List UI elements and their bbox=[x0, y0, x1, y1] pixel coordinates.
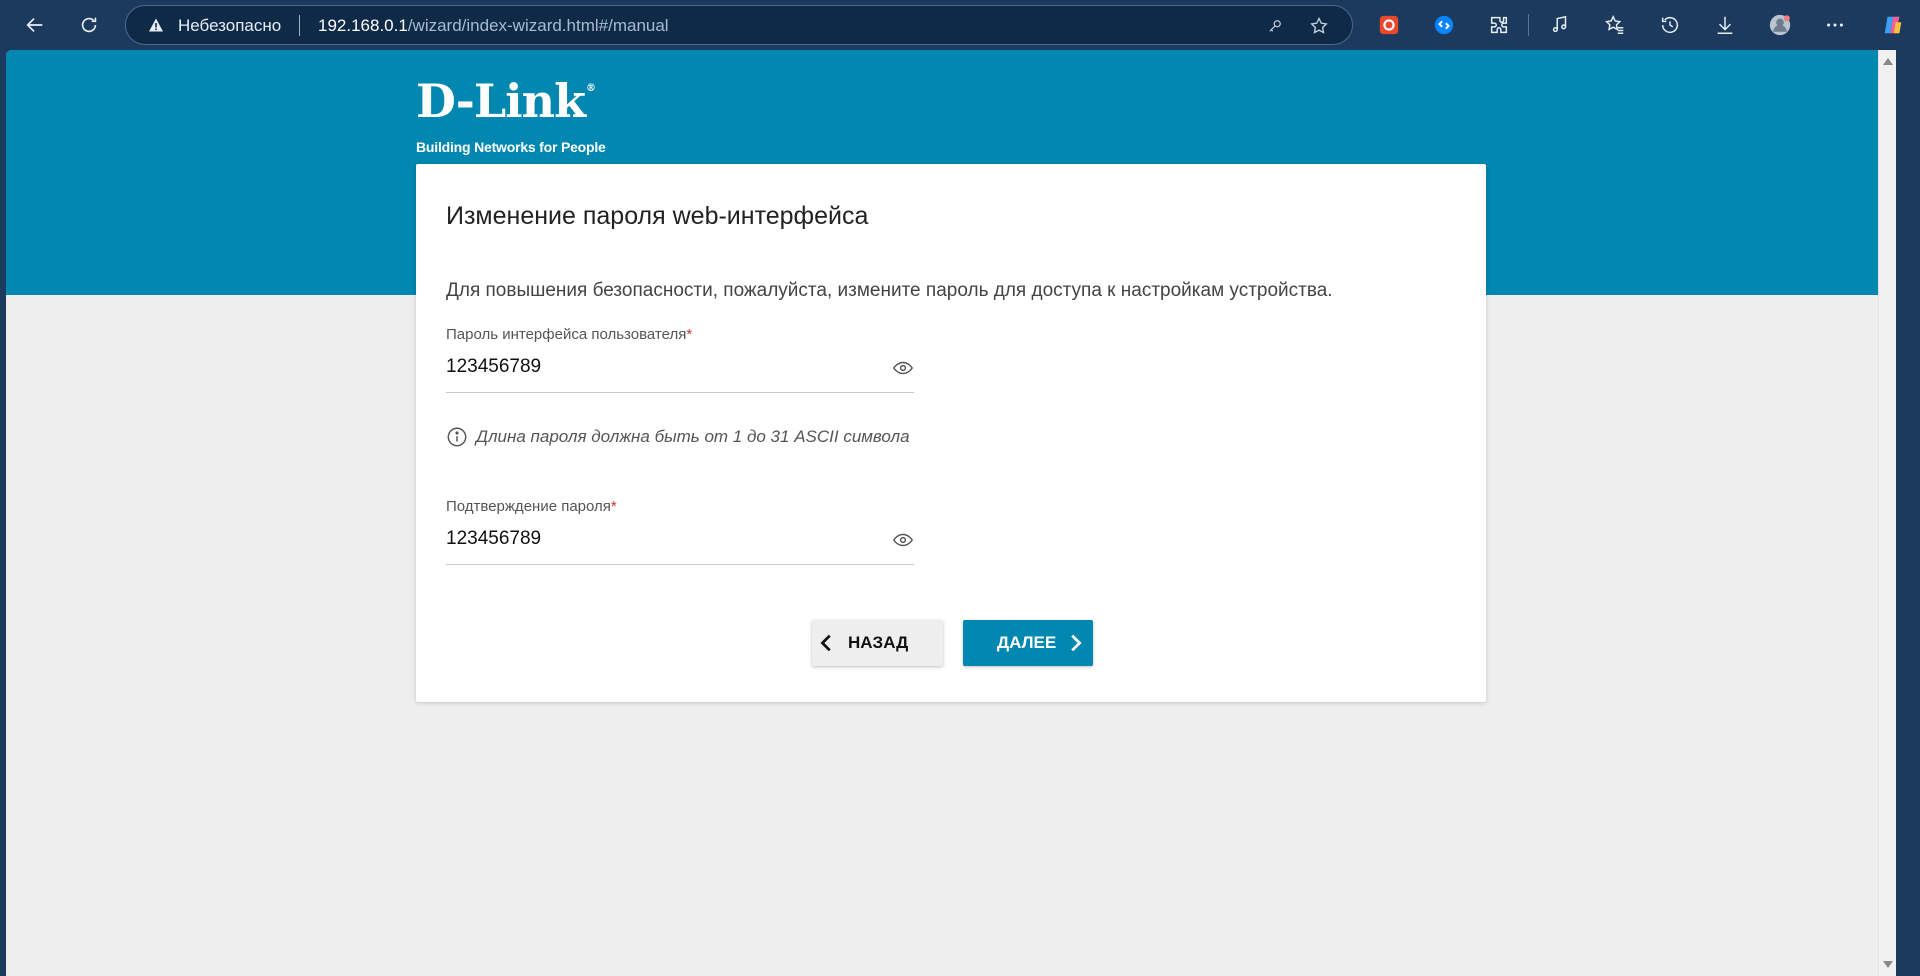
address-bar[interactable]: Небезопасно 192.168.0.1/wizard/index-wiz… bbox=[125, 5, 1353, 45]
media-icon[interactable] bbox=[1547, 12, 1573, 38]
password-underline bbox=[446, 392, 914, 393]
back-button-label: НАЗАД bbox=[848, 633, 909, 652]
required-mark: * bbox=[610, 498, 617, 515]
star-icon[interactable] bbox=[1308, 15, 1330, 37]
download-icon[interactable] bbox=[1712, 12, 1738, 38]
password-change-card: Изменение пароля web-интерфейса Для повы… bbox=[416, 164, 1486, 702]
password-label: Пароль интерфейса пользователя* bbox=[446, 326, 693, 343]
page-scrollbar[interactable] bbox=[1878, 50, 1896, 976]
chevron-left-icon bbox=[820, 634, 831, 652]
key-icon[interactable] bbox=[1264, 15, 1286, 37]
profile-icon[interactable] bbox=[1767, 12, 1793, 38]
info-icon bbox=[447, 427, 467, 447]
page-description: Для повышения безопасности, пожалуйста, … bbox=[446, 280, 1333, 301]
dlink-logo: D-Link® Building Networks for People bbox=[416, 78, 606, 155]
password-hint: Длина пароля должна быть от 1 до 31 ASCI… bbox=[446, 426, 910, 448]
confirm-password-field: Подтверждение пароля* 123456789 bbox=[446, 498, 914, 568]
show-password-icon[interactable] bbox=[892, 529, 914, 551]
copilot-icon[interactable] bbox=[1880, 12, 1906, 38]
next-button[interactable]: ДАЛЕЕ bbox=[963, 620, 1093, 666]
confirm-password-input[interactable]: 123456789 bbox=[446, 528, 541, 550]
logo-brand: D-Link bbox=[416, 74, 586, 128]
password-input[interactable]: 123456789 bbox=[446, 356, 541, 378]
page-viewport: D-Link® Building Networks for People Изм… bbox=[6, 50, 1896, 976]
browser-toolbar: Небезопасно 192.168.0.1/wizard/index-wiz… bbox=[0, 0, 1920, 50]
url-path: /wizard/index-wizard.html#/manual bbox=[407, 16, 669, 35]
confirm-password-underline bbox=[446, 564, 914, 565]
toolbar-divider bbox=[1528, 14, 1529, 36]
page-title: Изменение пароля web-интерфейса bbox=[446, 202, 869, 230]
confirm-password-label: Подтверждение пароля* bbox=[446, 498, 617, 515]
next-button-label: ДАЛЕЕ bbox=[997, 633, 1057, 652]
url-host: 192.168.0.1 bbox=[318, 16, 408, 35]
required-mark: * bbox=[686, 326, 693, 343]
password-field: Пароль интерфейса пользователя* 12345678… bbox=[446, 326, 914, 396]
scroll-up-icon[interactable] bbox=[1883, 58, 1893, 65]
warning-icon bbox=[149, 18, 163, 32]
logo-tagline: Building Networks for People bbox=[416, 139, 606, 155]
reload-icon[interactable] bbox=[72, 8, 106, 42]
more-icon[interactable] bbox=[1822, 12, 1848, 38]
insecure-label[interactable]: Небезопасно bbox=[178, 16, 281, 36]
favorites-icon[interactable] bbox=[1602, 12, 1628, 38]
address-separator bbox=[299, 15, 300, 36]
back-icon[interactable] bbox=[18, 8, 52, 42]
shazam-icon[interactable] bbox=[1431, 12, 1457, 38]
back-button[interactable]: НАЗАД bbox=[812, 620, 943, 666]
puzzle-icon[interactable] bbox=[1486, 12, 1512, 38]
hint-text: Длина пароля должна быть от 1 до 31 ASCI… bbox=[476, 427, 910, 446]
history-icon[interactable] bbox=[1657, 12, 1683, 38]
show-password-icon[interactable] bbox=[892, 357, 914, 379]
extension-red-icon[interactable] bbox=[1376, 12, 1402, 38]
logo-registered: ® bbox=[585, 83, 596, 94]
scroll-down-icon[interactable] bbox=[1883, 961, 1893, 968]
chevron-right-icon bbox=[1071, 634, 1082, 652]
url-text[interactable]: 192.168.0.1/wizard/index-wizard.html#/ma… bbox=[318, 16, 669, 36]
